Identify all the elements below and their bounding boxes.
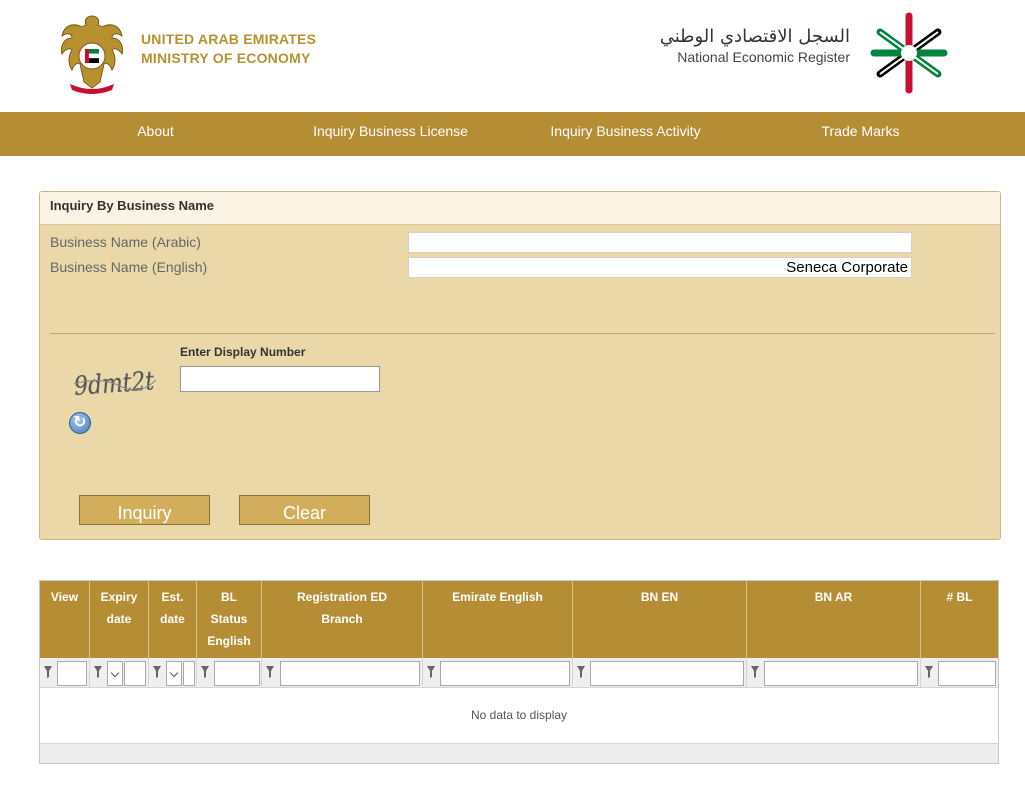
col-bl-number[interactable]: # BL <box>921 581 998 658</box>
panel-title: Inquiry By Business Name <box>40 192 1000 225</box>
nav-about[interactable]: About <box>38 112 273 156</box>
nav-trade-marks[interactable]: Trade Marks <box>743 112 978 156</box>
inquiry-panel: Inquiry By Business Name Business Name (… <box>39 191 1001 540</box>
page-header: UNITED ARAB EMIRATES MINISTRY OF ECONOMY… <box>0 0 1025 112</box>
filter-cell-bl-number <box>921 658 998 688</box>
col-est-label-1: Est. <box>161 590 184 604</box>
col-emirate-english[interactable]: Emirate English <box>423 581 573 658</box>
grid-footer <box>40 743 998 763</box>
filter-funnel-icon[interactable] <box>44 666 52 678</box>
filter-cell-expiry <box>90 658 149 688</box>
empty-grid-message: No data to display <box>470 708 568 722</box>
filter-funnel-icon[interactable] <box>94 666 102 678</box>
col-bl-status[interactable]: BL Status English <box>197 581 262 658</box>
col-bl-status-label-3: English <box>207 634 251 648</box>
filter-cell-view <box>40 658 90 688</box>
filter-cell-bn-ar <box>747 658 921 688</box>
panel-divider <box>50 333 995 334</box>
col-bn-ar-label: BN AR <box>814 590 853 604</box>
filter-row <box>40 658 998 688</box>
filter-cell-bn-en <box>573 658 747 688</box>
register-name-english: National Economic Register <box>677 49 850 65</box>
captcha-label: Enter Display Number <box>180 345 306 359</box>
captcha-input[interactable] <box>180 366 380 392</box>
filter-view-input[interactable] <box>57 661 87 686</box>
col-est-label-2: date <box>160 612 185 626</box>
filter-est-dropdown[interactable] <box>166 661 182 686</box>
col-bl-status-label-1: BL <box>221 590 237 604</box>
filter-funnel-icon[interactable] <box>925 666 933 678</box>
filter-bl-number-input[interactable] <box>938 661 996 686</box>
col-bn-en-label: BN EN <box>640 590 679 604</box>
col-expiry-label-1: Expiry <box>100 590 138 604</box>
captcha-image: 9dmt2t <box>73 366 157 402</box>
filter-funnel-icon[interactable] <box>751 666 759 678</box>
business-name-arabic-input[interactable] <box>408 232 912 253</box>
nav-inquiry-business-activity[interactable]: Inquiry Business Activity <box>508 112 743 156</box>
col-registration-branch[interactable]: Registration ED Branch <box>262 581 423 658</box>
col-bl-number-label: # BL <box>946 590 973 604</box>
col-bn-en[interactable]: BN EN <box>573 581 747 658</box>
filter-bl-status-input[interactable] <box>214 661 260 686</box>
filter-funnel-icon[interactable] <box>577 666 585 678</box>
ministry-name: UNITED ARAB EMIRATES MINISTRY OF ECONOMY <box>141 30 316 68</box>
filter-registration-input[interactable] <box>280 661 420 686</box>
filter-cell-emirate <box>423 658 573 688</box>
filter-funnel-icon[interactable] <box>427 666 435 678</box>
results-grid: View Expiry date Est. date BL Status Eng… <box>39 580 999 764</box>
national-economic-register-logo <box>870 12 948 94</box>
refresh-captcha-icon[interactable] <box>69 412 91 434</box>
col-bn-ar[interactable]: BN AR <box>747 581 921 658</box>
ministry-line-1: UNITED ARAB EMIRATES <box>141 31 317 47</box>
business-name-arabic-label: Business Name (Arabic) <box>50 234 201 250</box>
filter-bn-en-input[interactable] <box>590 661 744 686</box>
clear-button[interactable]: Clear <box>239 495 370 525</box>
filter-cell-est <box>149 658 197 688</box>
filter-funnel-icon[interactable] <box>201 666 209 678</box>
register-name: السجل الاقتصادي الوطني National Economic… <box>660 26 850 66</box>
filter-funnel-icon[interactable] <box>266 666 274 678</box>
ministry-line-2: MINISTRY OF ECONOMY <box>141 50 311 66</box>
filter-cell-registration <box>262 658 423 688</box>
nav-inquiry-business-license[interactable]: Inquiry Business License <box>273 112 508 156</box>
business-name-english-input[interactable] <box>408 257 912 278</box>
col-emirate-label: Emirate English <box>452 590 543 604</box>
col-registration-label-2: Branch <box>321 612 363 626</box>
inquiry-button[interactable]: Inquiry <box>79 495 210 525</box>
filter-funnel-icon[interactable] <box>153 666 161 678</box>
uae-emblem-logo <box>61 15 123 94</box>
register-name-arabic: السجل الاقتصادي الوطني <box>659 26 850 47</box>
grid-header: View Expiry date Est. date BL Status Eng… <box>40 581 998 658</box>
col-registration-label-1: Registration ED <box>296 590 387 604</box>
col-view[interactable]: View <box>40 581 90 658</box>
filter-expiry-dropdown[interactable] <box>107 661 123 686</box>
filter-est-input[interactable] <box>183 661 195 686</box>
filter-bn-ar-input[interactable] <box>764 661 918 686</box>
col-est-date[interactable]: Est. date <box>149 581 197 658</box>
filter-emirate-input[interactable] <box>440 661 570 686</box>
main-nav: About Inquiry Business License Inquiry B… <box>0 112 1025 156</box>
filter-expiry-input[interactable] <box>124 661 146 686</box>
col-expiry-date[interactable]: Expiry date <box>90 581 149 658</box>
col-view-label: View <box>50 590 79 604</box>
business-name-english-label: Business Name (English) <box>50 259 208 275</box>
filter-cell-bl-status <box>197 658 262 688</box>
col-expiry-label-2: date <box>106 612 132 626</box>
col-bl-status-label-2: Status <box>210 612 248 626</box>
